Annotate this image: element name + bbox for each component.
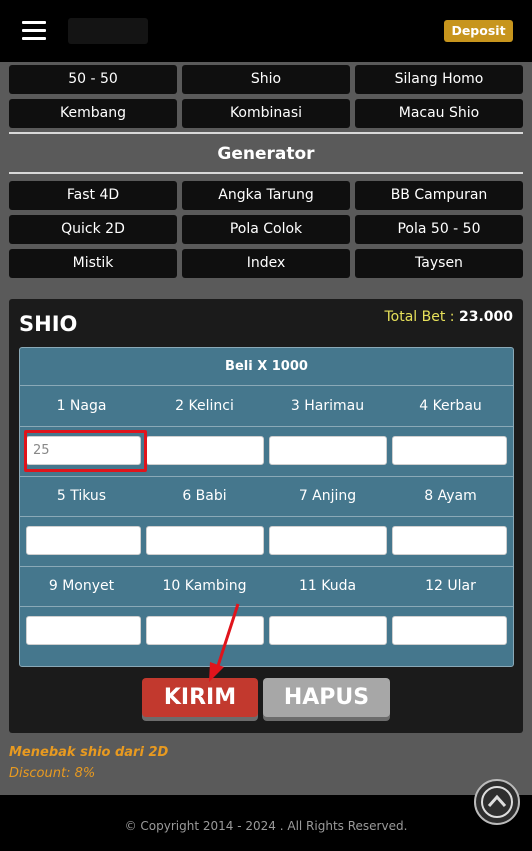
shio-input-ular[interactable] — [392, 616, 507, 645]
gen-bb-campuran-button[interactable]: BB Campuran — [355, 181, 523, 210]
total-bet: Total Bet : 23.000 — [384, 309, 513, 325]
gen-quick-2d-button[interactable]: Quick 2D — [9, 215, 177, 244]
gen-fast-4d-button[interactable]: Fast 4D — [9, 181, 177, 210]
panel-title: SHIO — [19, 312, 78, 336]
hapus-button[interactable]: HAPUS — [263, 678, 390, 717]
shio-label-tikus: 5 Tikus — [56, 488, 107, 504]
shio-input-tikus[interactable] — [26, 526, 141, 555]
gen-pola-colok-button[interactable]: Pola Colok — [182, 215, 350, 244]
total-bet-label: Total Bet : — [384, 309, 455, 325]
chevron-up-icon — [481, 786, 513, 818]
shio-input-kerbau[interactable] — [392, 436, 507, 465]
menu-macau-shio-button[interactable]: Macau Shio — [355, 99, 523, 128]
gen-angka-tarung-button[interactable]: Angka Tarung — [182, 181, 350, 210]
info-note-title: Menebak shio dari 2D — [9, 745, 169, 760]
scroll-top-button[interactable] — [474, 779, 520, 825]
shio-input-babi[interactable] — [146, 526, 264, 555]
shio-input-monyet[interactable] — [26, 616, 141, 645]
shio-bet-grid: Beli X 1000 1 Naga 2 Kelinci 3 Harimau 4… — [19, 347, 514, 667]
row-divider — [20, 476, 513, 477]
shio-label-kuda: 11 Kuda — [298, 578, 357, 594]
generator-title: Generator — [217, 144, 315, 164]
highlight-box — [24, 430, 147, 472]
gen-mistik-button[interactable]: Mistik — [9, 249, 177, 278]
shio-label-ular: 12 Ular — [425, 578, 476, 594]
shio-label-babi: 6 Babi — [182, 488, 227, 504]
shio-label-ayam: 8 Ayam — [424, 488, 477, 504]
gen-taysen-button[interactable]: Taysen — [355, 249, 523, 278]
shio-label-kelinci: 2 Kelinci — [175, 398, 234, 414]
shio-label-kambing: 10 Kambing — [162, 578, 247, 594]
shio-input-kelinci[interactable] — [146, 436, 264, 465]
shio-input-kambing[interactable] — [146, 616, 264, 645]
shio-input-kuda[interactable] — [269, 616, 387, 645]
shio-label-naga: 1 Naga — [56, 398, 107, 414]
gen-pola-50-50-button[interactable]: Pola 50 - 50 — [355, 215, 523, 244]
copyright-text: © Copyright 2014 - 2024 . All Rights Res… — [124, 819, 408, 833]
row-divider — [20, 606, 513, 607]
hamburger-menu-icon[interactable] — [22, 21, 46, 40]
shio-bet-panel: SHIO Total Bet : 23.000 Beli X 1000 1 Na… — [9, 299, 523, 733]
shio-label-monyet: 9 Monyet — [48, 578, 115, 594]
shio-label-harimau: 3 Harimau — [290, 398, 365, 414]
menu-kombinasi-button[interactable]: Kombinasi — [182, 99, 350, 128]
deposit-button[interactable]: Deposit — [444, 20, 513, 42]
divider — [9, 172, 523, 174]
shio-label-anjing: 7 Anjing — [298, 488, 357, 504]
row-divider — [20, 566, 513, 567]
main-content: 50 - 50 Shio Silang Homo Kembang Kombina… — [0, 62, 532, 795]
info-note-discount: Discount: 8% — [9, 766, 96, 781]
divider — [9, 132, 523, 134]
total-bet-value: 23.000 — [458, 309, 513, 325]
shio-label-kerbau: 4 Kerbau — [419, 398, 482, 414]
gen-index-button[interactable]: Index — [182, 249, 350, 278]
footer: © Copyright 2014 - 2024 . All Rights Res… — [0, 795, 532, 851]
shio-input-ayam[interactable] — [392, 526, 507, 555]
shio-input-harimau[interactable] — [269, 436, 387, 465]
grid-header: Beli X 1000 — [20, 348, 513, 386]
row-divider — [20, 426, 513, 427]
menu-50-50-button[interactable]: 50 - 50 — [9, 65, 177, 94]
menu-silang-homo-button[interactable]: Silang Homo — [355, 65, 523, 94]
top-bar: Deposit — [0, 0, 532, 62]
menu-kembang-button[interactable]: Kembang — [9, 99, 177, 128]
row-divider — [20, 516, 513, 517]
kirim-button[interactable]: KIRIM — [142, 678, 258, 717]
site-logo[interactable] — [68, 18, 148, 44]
menu-shio-button[interactable]: Shio — [182, 65, 350, 94]
shio-input-anjing[interactable] — [269, 526, 387, 555]
